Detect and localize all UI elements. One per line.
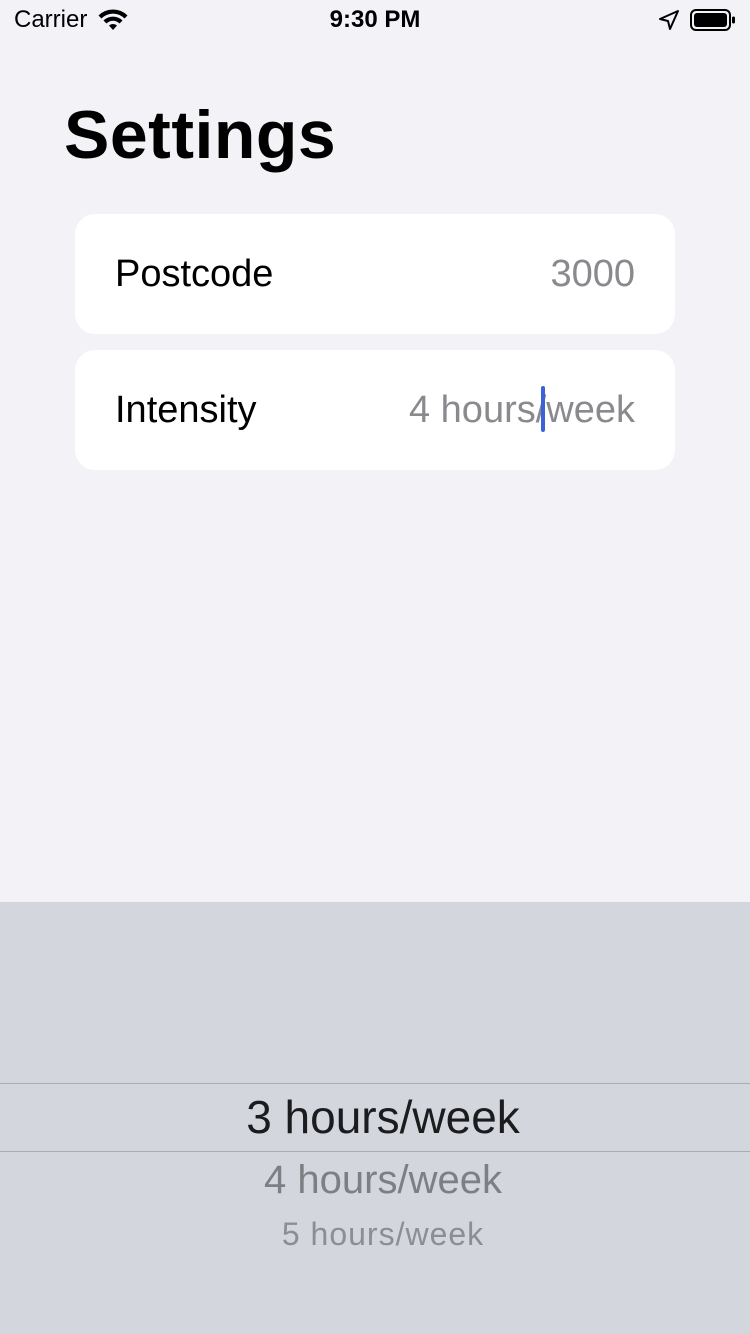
battery-icon <box>690 8 736 32</box>
intensity-row[interactable]: Intensity 4 hours/week <box>75 350 675 470</box>
status-bar: Carrier 9:30 PM <box>0 0 750 40</box>
text-cursor <box>541 386 545 432</box>
picker-option[interactable]: 4 hours/week <box>0 1158 750 1203</box>
postcode-row[interactable]: Postcode 3000 <box>75 214 675 334</box>
picker-option[interactable]: 5 hours/week <box>0 1216 750 1253</box>
status-time: 9:30 PM <box>329 6 421 33</box>
location-arrow-icon <box>658 9 680 31</box>
intensity-field[interactable]: 4 hours/week <box>409 350 635 470</box>
intensity-label: Intensity <box>115 388 257 431</box>
intensity-picker[interactable]: 3 hours/week 4 hours/week 5 hours/week <box>0 902 750 1334</box>
postcode-field[interactable]: 3000 <box>550 214 635 334</box>
postcode-label: Postcode <box>115 252 274 295</box>
picker-option-selected[interactable]: 3 hours/week <box>0 1090 750 1144</box>
status-right <box>658 8 736 32</box>
page-title: Settings <box>64 97 337 173</box>
